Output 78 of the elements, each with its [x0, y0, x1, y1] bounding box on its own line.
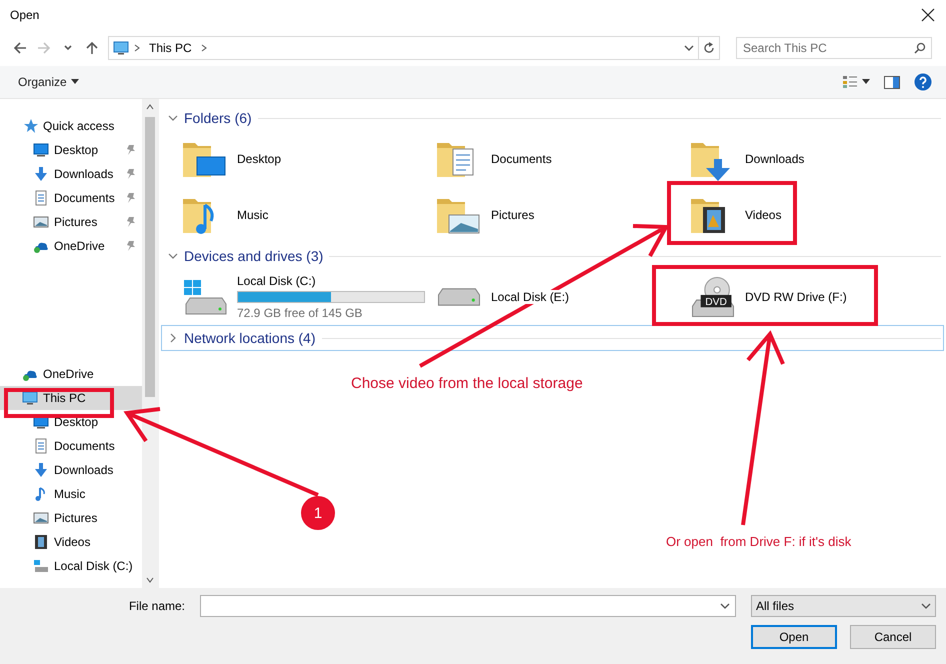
search-icon [914, 42, 926, 54]
group-header[interactable]: Folders (6) [161, 105, 944, 131]
chevron-icon [720, 601, 730, 611]
annotation-text: Chose video from the local storage [351, 375, 583, 392]
up-arrow-icon [85, 41, 99, 55]
star-icon [22, 118, 38, 134]
caret-icon [70, 79, 79, 85]
chevron-icon [684, 43, 694, 53]
file-type-dropdown[interactable]: All files [751, 595, 936, 617]
disk-drive-icon [33, 558, 49, 574]
open-button[interactable]: Open [751, 625, 837, 649]
search-field[interactable]: Search This PC [736, 37, 932, 59]
chevron-icon [133, 44, 141, 52]
sidebar-item[interactable]: Videos [0, 530, 142, 554]
file-name-field[interactable] [200, 595, 736, 617]
sidebar-item[interactable]: Pictures [0, 506, 142, 530]
download-arrow-icon [33, 166, 49, 182]
computer-icon [113, 40, 129, 56]
sidebar-item[interactable]: Downloads [0, 162, 142, 186]
sidebar-item[interactable]: Pictures [0, 210, 142, 234]
drive-item[interactable]: DVD DVD RW Drive (F:) [689, 269, 943, 325]
view-options-button[interactable] [842, 75, 870, 89]
refresh-icon [703, 42, 715, 54]
sidebar-item[interactable]: Downloads [0, 458, 142, 482]
chevron-icon [921, 601, 931, 611]
computer-icon [22, 390, 38, 406]
drive-item[interactable]: Local Disk (E:) [435, 269, 689, 325]
scroll-down-icon [146, 576, 154, 584]
folder-item[interactable]: Videos [689, 187, 943, 243]
chevron-icon [168, 113, 178, 123]
film-icon [33, 534, 49, 550]
pane-icon [884, 76, 900, 88]
sidebar-item[interactable]: OneDrive [0, 234, 142, 258]
chevron-icon [200, 44, 208, 52]
document-icon [33, 438, 49, 454]
organize-button[interactable]: Organize [10, 71, 87, 93]
details-view-icon [842, 75, 858, 89]
breadcrumb[interactable]: This PC [145, 41, 196, 55]
group-header[interactable]: Devices and drives (3) [161, 243, 944, 269]
sidebar-item[interactable]: Documents [0, 186, 142, 210]
window-title: Open [10, 8, 40, 22]
sidebar-item[interactable]: Documents [0, 434, 142, 458]
download-arrow-icon [33, 462, 49, 478]
document-icon [33, 190, 49, 206]
annotation-text: Or open from Drive F: if it's disk [666, 534, 852, 549]
sidebar-item[interactable]: Desktop [0, 138, 142, 162]
caret-icon [862, 79, 870, 85]
monitor-icon [33, 142, 49, 158]
sidebar-item[interactable]: Local Disk (C:) [0, 554, 142, 578]
scrollbar[interactable] [142, 99, 158, 588]
group-header[interactable]: Network locations (4) [161, 325, 944, 351]
picture-icon [33, 214, 49, 230]
scroll-up-icon [146, 103, 154, 111]
folder-item[interactable]: Desktop [181, 131, 435, 187]
left-arrow-icon [13, 41, 27, 55]
right-arrow-icon [37, 41, 51, 55]
chevron-icon [63, 43, 73, 53]
folder-item[interactable]: Downloads [689, 131, 943, 187]
sidebar-item[interactable]: Music [0, 482, 142, 506]
file-name-label: File name: [128, 599, 185, 613]
preview-pane-button[interactable] [884, 76, 900, 88]
disk-drive-icon [183, 279, 227, 315]
sidebar-item[interactable]: Quick access [0, 114, 142, 138]
cancel-button[interactable]: Cancel [850, 625, 936, 649]
help-icon[interactable] [914, 73, 932, 91]
folder-item[interactable]: Pictures [435, 187, 689, 243]
folder-item[interactable]: Music [181, 187, 435, 243]
sidebar-item[interactable]: OneDrive [0, 362, 142, 386]
drive-item[interactable]: Local Disk (C:) 72.9 GB free of 145 GB [181, 269, 435, 325]
step-number: 1 [301, 496, 335, 530]
address-bar[interactable]: This PC [108, 36, 720, 60]
disk-drive-icon [438, 288, 480, 306]
folder-item[interactable]: Documents [435, 131, 689, 187]
sidebar-item[interactable]: Desktop [0, 410, 142, 434]
chevron-icon [168, 333, 178, 343]
chevron-icon [168, 251, 178, 261]
picture-icon [33, 510, 49, 526]
free-space-text: 72.9 GB free of 145 GB [237, 306, 364, 320]
